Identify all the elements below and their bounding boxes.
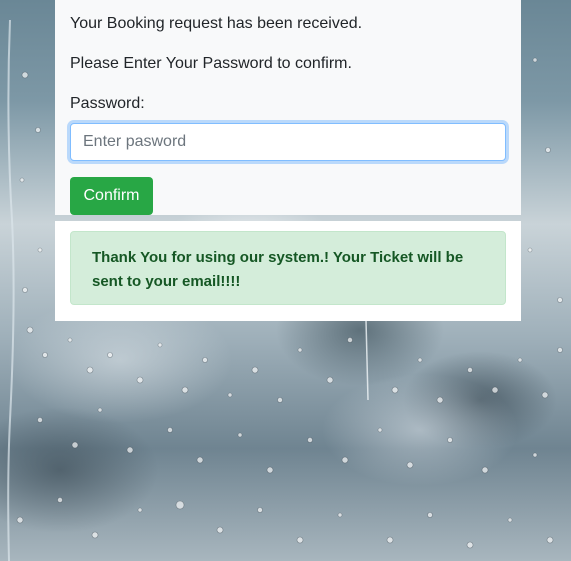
- password-input[interactable]: [70, 123, 506, 161]
- confirm-button[interactable]: Confirm: [70, 177, 153, 215]
- confirm-instruction-text: Please Enter Your Password to confirm.: [70, 55, 352, 72]
- password-label: Password:: [70, 95, 145, 112]
- booking-confirmation-panel: Your Booking request has been received. …: [55, 0, 521, 215]
- confirmation-message-panel: Thank You for using our system.! Your Ti…: [55, 221, 521, 321]
- booking-received-text: Your Booking request has been received.: [70, 15, 363, 32]
- success-alert: Thank You for using our system.! Your Ti…: [70, 231, 506, 305]
